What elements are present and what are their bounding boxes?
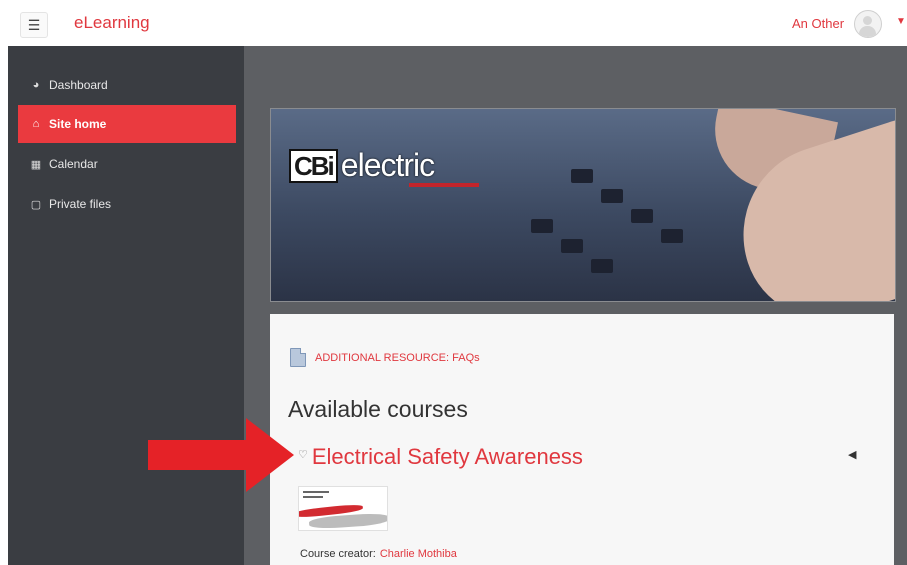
site-brand-link[interactable]: eLearning: [74, 13, 150, 33]
keyboard-key: [571, 169, 593, 183]
site-banner-image: CBi electric: [270, 108, 896, 302]
file-icon: ▢: [30, 198, 42, 211]
course-thumbnail[interactable]: [298, 486, 388, 531]
sidebar-item-private-files[interactable]: ▢ Private files: [18, 185, 236, 223]
creator-label: Course creator:: [300, 548, 376, 560]
avatar-head: [863, 16, 872, 25]
course-icon: ♡: [298, 448, 308, 461]
thumbnail-text-line: [303, 491, 329, 493]
sidebar-item-label: Dashboard: [49, 78, 108, 92]
calendar-icon: ▦: [30, 158, 42, 171]
logo-mark: CBi: [289, 148, 338, 183]
creator-name-link[interactable]: Charlie Mothiba: [380, 548, 457, 560]
sidebar-item-dashboard[interactable]: ◕ Dashboard: [18, 66, 236, 104]
content-card: ADDITIONAL RESOURCE: FAQs Available cour…: [270, 314, 894, 565]
keyboard-key: [561, 239, 583, 253]
home-icon: ⌂: [32, 118, 40, 130]
keyboard-key: [661, 229, 683, 243]
arrow-callout-shaft: [148, 440, 250, 470]
course-title-link[interactable]: Electrical Safety Awareness: [312, 444, 583, 470]
sidebar-item-label: Calendar: [49, 157, 98, 171]
logo-underline: [409, 183, 479, 187]
section-heading: Available courses: [288, 396, 468, 422]
course-creator: Course creator: Charlie Mothiba: [300, 548, 457, 560]
navigation-sidebar: ◕ Dashboard ⌂ Site home ▦ Calendar ▢ Pri…: [8, 46, 244, 565]
thumbnail-text-line: [303, 496, 323, 498]
logo-wordmark: electric: [340, 147, 435, 183]
document-icon: [290, 348, 306, 367]
resource-link-row[interactable]: ADDITIONAL RESOURCE: FAQs: [290, 348, 480, 367]
keyboard-key: [591, 259, 613, 273]
sidebar-item-calendar[interactable]: ▦ Calendar: [18, 145, 236, 183]
keyboard-key: [631, 209, 653, 223]
course-summary-icon[interactable]: ◀: [848, 448, 856, 461]
user-name-link[interactable]: An Other: [792, 16, 844, 31]
arrow-callout-head: [246, 418, 294, 492]
keyboard-key: [531, 219, 553, 233]
course-title-row[interactable]: ♡ Electrical Safety Awareness: [298, 444, 583, 470]
sidebar-item-site-home[interactable]: ⌂ Site home: [18, 105, 236, 143]
tachometer-icon: ◕: [32, 79, 40, 91]
sidebar-item-label: Private files: [49, 197, 112, 211]
company-logo: CBi electric: [289, 147, 479, 187]
avatar-body: [859, 26, 876, 37]
resource-link[interactable]: ADDITIONAL RESOURCE: FAQs: [315, 352, 480, 364]
keyboard-key: [601, 189, 623, 203]
top-navbar: ☰ eLearning An Other ▼: [0, 0, 907, 46]
user-avatar[interactable]: [854, 10, 882, 38]
sidebar-item-label: Site home: [49, 117, 107, 131]
hamburger-menu-icon[interactable]: ☰: [20, 12, 48, 38]
caret-down-icon[interactable]: ▼: [896, 16, 906, 27]
